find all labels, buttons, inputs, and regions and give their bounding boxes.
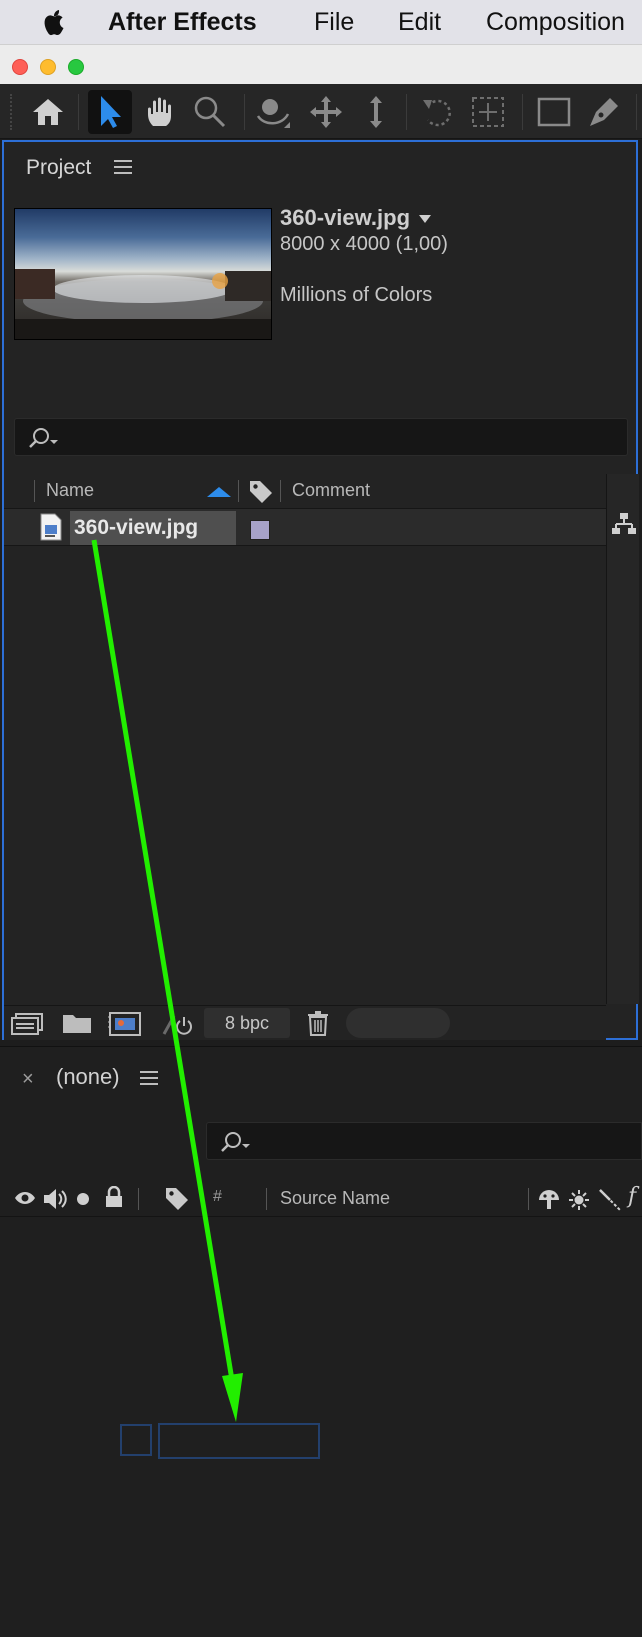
toolbar-grip[interactable] bbox=[10, 94, 16, 130]
column-comment-header[interactable]: Comment bbox=[292, 480, 370, 501]
menu-app-name[interactable]: After Effects bbox=[108, 0, 257, 44]
orbit-camera-tool-icon[interactable] bbox=[252, 90, 296, 134]
layer-number-header[interactable]: # bbox=[213, 1188, 222, 1206]
label-color-swatch[interactable] bbox=[250, 520, 270, 540]
window-title-bar bbox=[0, 44, 642, 85]
project-scroll-slider[interactable] bbox=[346, 1008, 450, 1038]
collapse-transformations-icon[interactable] bbox=[568, 1189, 590, 1211]
new-composition-icon[interactable] bbox=[108, 1010, 142, 1038]
project-settings-power-icon[interactable] bbox=[160, 1012, 194, 1036]
preview-file-name[interactable]: 360-view.jpg bbox=[280, 205, 432, 231]
timeline-tab[interactable]: (none) bbox=[56, 1064, 120, 1090]
sort-ascending-icon[interactable] bbox=[206, 486, 232, 498]
effects-fx-icon[interactable]: f bbox=[628, 1184, 636, 1209]
column-name-header[interactable]: Name bbox=[46, 480, 94, 501]
tools-panel bbox=[0, 84, 642, 139]
close-tab-icon[interactable]: × bbox=[22, 1068, 34, 1091]
quality-icon[interactable] bbox=[598, 1188, 622, 1212]
bit-depth-button[interactable]: 8 bpc bbox=[204, 1008, 290, 1038]
home-icon[interactable] bbox=[26, 90, 70, 134]
lock-icon[interactable] bbox=[104, 1186, 124, 1208]
hand-tool-icon[interactable] bbox=[138, 90, 182, 134]
drop-target-layer-icon[interactable] bbox=[120, 1424, 152, 1456]
preview-color-depth: Millions of Colors bbox=[280, 284, 433, 306]
project-side-strip bbox=[606, 474, 639, 1004]
new-folder-icon[interactable] bbox=[62, 1012, 92, 1034]
source-name-header[interactable]: Source Name bbox=[280, 1188, 390, 1209]
selection-tool-icon[interactable] bbox=[88, 90, 132, 134]
menu-bar: After Effects File Edit Composition bbox=[0, 0, 642, 44]
eye-icon[interactable] bbox=[14, 1190, 36, 1206]
minimize-window-button[interactable] bbox=[40, 59, 56, 75]
dolly-camera-tool-icon[interactable] bbox=[354, 90, 398, 134]
menu-composition[interactable]: Composition bbox=[486, 0, 625, 44]
zoom-window-button[interactable] bbox=[68, 59, 84, 75]
timeline-search-input[interactable] bbox=[261, 1127, 625, 1157]
rectangle-tool-icon[interactable] bbox=[532, 90, 576, 134]
solo-icon[interactable] bbox=[76, 1192, 90, 1206]
pan-camera-tool-icon[interactable] bbox=[304, 90, 348, 134]
project-search-input[interactable] bbox=[75, 423, 619, 453]
image-file-icon bbox=[40, 513, 62, 541]
project-search-field[interactable] bbox=[14, 418, 628, 456]
pan-behind-tool-icon[interactable] bbox=[466, 90, 510, 134]
panel-menu-icon[interactable] bbox=[114, 159, 132, 180]
flowchart-icon[interactable] bbox=[611, 512, 637, 536]
timeline-search-field[interactable] bbox=[206, 1122, 642, 1160]
search-icon bbox=[221, 1132, 250, 1152]
trash-icon[interactable] bbox=[306, 1010, 330, 1036]
pen-tool-icon[interactable] bbox=[582, 90, 626, 134]
close-window-button[interactable] bbox=[12, 59, 28, 75]
project-footer bbox=[4, 1005, 606, 1040]
zoom-tool-icon[interactable] bbox=[188, 90, 232, 134]
menu-edit[interactable]: Edit bbox=[398, 0, 441, 44]
dropdown-arrow-icon[interactable] bbox=[418, 213, 432, 225]
project-tab[interactable]: Project bbox=[26, 156, 91, 180]
drop-target-layer-name[interactable] bbox=[158, 1423, 320, 1459]
label-column-icon[interactable] bbox=[248, 479, 274, 505]
footage-thumbnail bbox=[14, 208, 272, 340]
label-column-icon[interactable] bbox=[164, 1186, 190, 1212]
menu-file[interactable]: File bbox=[314, 0, 354, 44]
interpret-footage-icon[interactable] bbox=[10, 1012, 44, 1036]
list-item-name[interactable]: 360-view.jpg bbox=[70, 511, 236, 545]
search-icon bbox=[29, 428, 58, 448]
project-column-header: Name Comment bbox=[4, 474, 636, 509]
panel-menu-icon[interactable] bbox=[140, 1070, 158, 1091]
audio-icon[interactable] bbox=[42, 1188, 68, 1210]
preview-dimensions: 8000 x 4000 (1,00) bbox=[280, 233, 448, 255]
rotate-tool-icon[interactable] bbox=[416, 90, 460, 134]
shy-icon[interactable] bbox=[536, 1188, 562, 1210]
